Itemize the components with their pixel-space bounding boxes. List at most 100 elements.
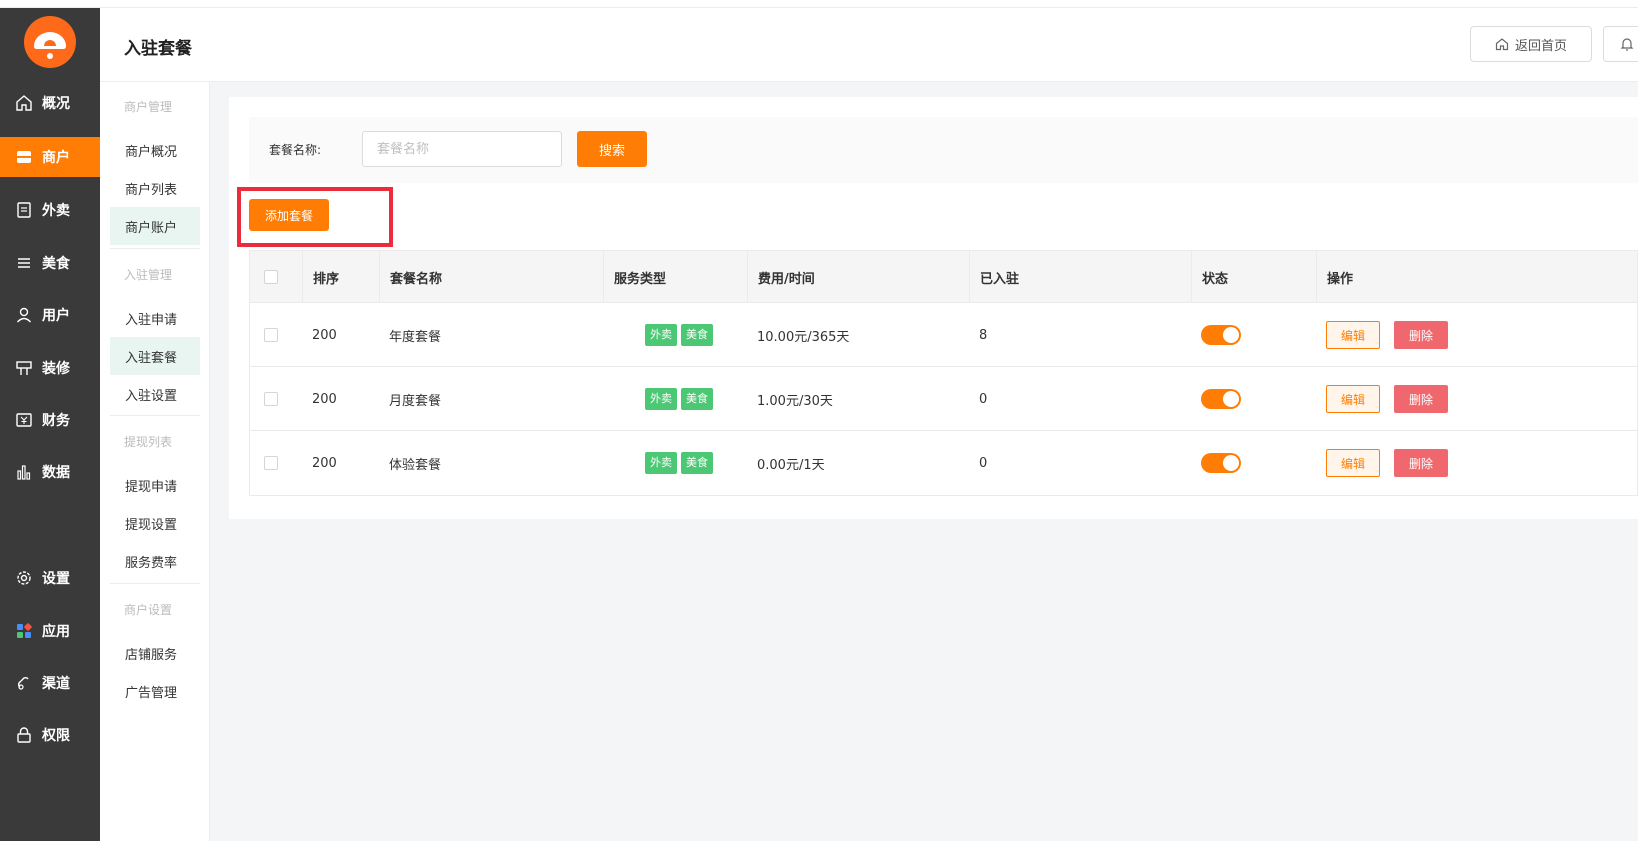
package-name-cell: 年度套餐 [389, 329, 442, 345]
subnav-item-merchant-list[interactable]: 商户列表 [110, 169, 200, 207]
row-select-cell [250, 431, 302, 495]
joined-count-cell: 8 [979, 327, 988, 343]
finance-icon [14, 410, 34, 430]
joined-count-cell: 0 [979, 391, 988, 407]
sort-cell: 200 [312, 455, 337, 471]
logo-icon [34, 32, 66, 59]
table-row: 200 体验套餐 外卖 美食 0.00元/1天 0 编辑 删除 [250, 431, 1637, 495]
edit-button[interactable]: 编辑 [1326, 385, 1380, 413]
joined-count-cell: 0 [979, 455, 988, 471]
service-tag: 美食 [681, 388, 713, 410]
subnav-item-join-package[interactable]: 入驻套餐 [110, 337, 200, 375]
sort-cell: 200 [312, 391, 337, 407]
service-type-cell: 外卖 美食 [603, 303, 747, 367]
subnav-item-join-settings[interactable]: 入驻设置 [110, 375, 200, 413]
service-tag: 外卖 [645, 324, 677, 346]
package-name-input[interactable] [362, 131, 562, 167]
column-header[interactable]: 套餐名称 [379, 251, 603, 303]
nav-item-label: 外卖 [42, 203, 70, 219]
fee-cell: 0.00元/1天 [757, 457, 825, 473]
nav-item-permission[interactable]: 权限 [0, 715, 100, 755]
nav-item-label: 数据 [42, 465, 70, 481]
nav-item-label: 设置 [42, 571, 70, 587]
subnav-item-join-application[interactable]: 入驻申请 [110, 299, 200, 337]
nav-item-label: 渠道 [42, 676, 70, 692]
column-header[interactable]: 费用/时间 [747, 251, 969, 303]
row-checkbox[interactable] [264, 456, 278, 470]
back-home-label: 返回首页 [1514, 38, 1567, 54]
column-header[interactable]: 已入驻 [969, 251, 1191, 303]
nav-item-data[interactable]: 数据 [0, 452, 100, 492]
nav-item-channel[interactable]: 渠道 [0, 663, 100, 703]
nav-item-overview[interactable]: 概况 [0, 83, 100, 123]
user-icon [14, 305, 34, 325]
service-tag: 外卖 [645, 452, 677, 474]
nav-item-label: 美食 [42, 256, 70, 272]
subnav-group-title: 提现列表 [124, 435, 173, 449]
subnav-item-ad-management[interactable]: 广告管理 [110, 672, 200, 710]
table-header: 排序 套餐名称 服务类型 费用/时间 已入驻 状态 操作 [250, 251, 1637, 303]
actions-cell: 编辑 删除 [1316, 303, 1637, 367]
delete-button[interactable]: 删除 [1394, 449, 1448, 477]
column-header[interactable]: 操作 [1316, 251, 1637, 303]
row-checkbox[interactable] [264, 392, 278, 406]
status-toggle[interactable] [1201, 325, 1241, 345]
nav-item-label: 商户 [42, 150, 70, 166]
nav-item-takeout[interactable]: 外卖 [0, 190, 100, 230]
nav-item-decorate[interactable]: 装修 [0, 348, 100, 388]
subnav-group-title: 商户管理 [124, 100, 173, 114]
status-cell [1191, 431, 1316, 495]
filter-bar: 套餐名称: 搜索 [249, 117, 1638, 183]
delete-button[interactable]: 删除 [1394, 321, 1448, 349]
nav-item-finance[interactable]: 财务 [0, 400, 100, 440]
package-table: 排序 套餐名称 服务类型 费用/时间 已入驻 状态 操作 200 年度套餐 外卖… [249, 250, 1638, 496]
status-toggle[interactable] [1201, 389, 1241, 409]
nav-item-label: 装修 [42, 361, 70, 377]
subnav-divider [110, 248, 200, 249]
subnav-item-withdraw-application[interactable]: 提现申请 [110, 466, 200, 504]
nav-item-label: 用户 [42, 308, 70, 324]
apps-icon [14, 621, 34, 641]
fee-cell: 10.00元/365天 [757, 329, 850, 345]
edit-button[interactable]: 编辑 [1326, 449, 1380, 477]
nav-item-label: 应用 [42, 624, 70, 640]
select-all-cell [250, 251, 302, 303]
subnav-item-merchant-account[interactable]: 商户账户 [110, 207, 200, 245]
column-header[interactable]: 状态 [1191, 251, 1316, 303]
home-icon [14, 93, 34, 113]
subnav-item-merchant-overview[interactable]: 商户概况 [110, 131, 200, 169]
notification-button[interactable] [1603, 26, 1638, 62]
page-title: 入驻套餐 [124, 39, 192, 59]
row-select-cell [250, 303, 302, 367]
menu-icon [14, 253, 34, 273]
row-checkbox[interactable] [264, 328, 278, 342]
gear-icon [14, 568, 34, 588]
column-header[interactable]: 服务类型 [603, 251, 747, 303]
store-icon [14, 147, 34, 167]
edit-button[interactable]: 编辑 [1326, 321, 1380, 349]
nav-item-label: 权限 [42, 728, 70, 744]
subnav-item-service-rate[interactable]: 服务费率 [110, 542, 200, 580]
app-logo[interactable] [24, 16, 76, 68]
document-icon [14, 200, 34, 220]
back-home-button[interactable]: 返回首页 [1470, 26, 1592, 62]
subnav-item-store-service[interactable]: 店铺服务 [110, 634, 200, 672]
nav-item-apps[interactable]: 应用 [0, 611, 100, 651]
primary-sidebar: 概况 商户 外卖 美食 用户 装修 财务 数据 设置 应用 渠道 权限 [0, 0, 100, 841]
content-card: 套餐名称: 搜索 添加套餐 排序 套餐名称 服务类型 费用/时间 已入驻 状态 … [229, 97, 1638, 519]
column-header[interactable]: 排序 [302, 251, 379, 303]
sort-cell: 200 [312, 327, 337, 343]
subnav-item-withdraw-settings[interactable]: 提现设置 [110, 504, 200, 542]
select-all-checkbox[interactable] [264, 270, 278, 284]
nav-item-settings[interactable]: 设置 [0, 558, 100, 598]
nav-item-food[interactable]: 美食 [0, 243, 100, 283]
nav-item-merchant[interactable]: 商户 [0, 137, 100, 177]
actions-cell: 编辑 删除 [1316, 367, 1637, 431]
nav-item-user[interactable]: 用户 [0, 295, 100, 335]
add-package-button[interactable]: 添加套餐 [249, 199, 329, 231]
search-button[interactable]: 搜索 [577, 131, 647, 167]
nav-item-label: 财务 [42, 413, 70, 429]
status-toggle[interactable] [1201, 453, 1241, 473]
delete-button[interactable]: 删除 [1394, 385, 1448, 413]
fee-cell: 1.00元/30天 [757, 393, 833, 409]
